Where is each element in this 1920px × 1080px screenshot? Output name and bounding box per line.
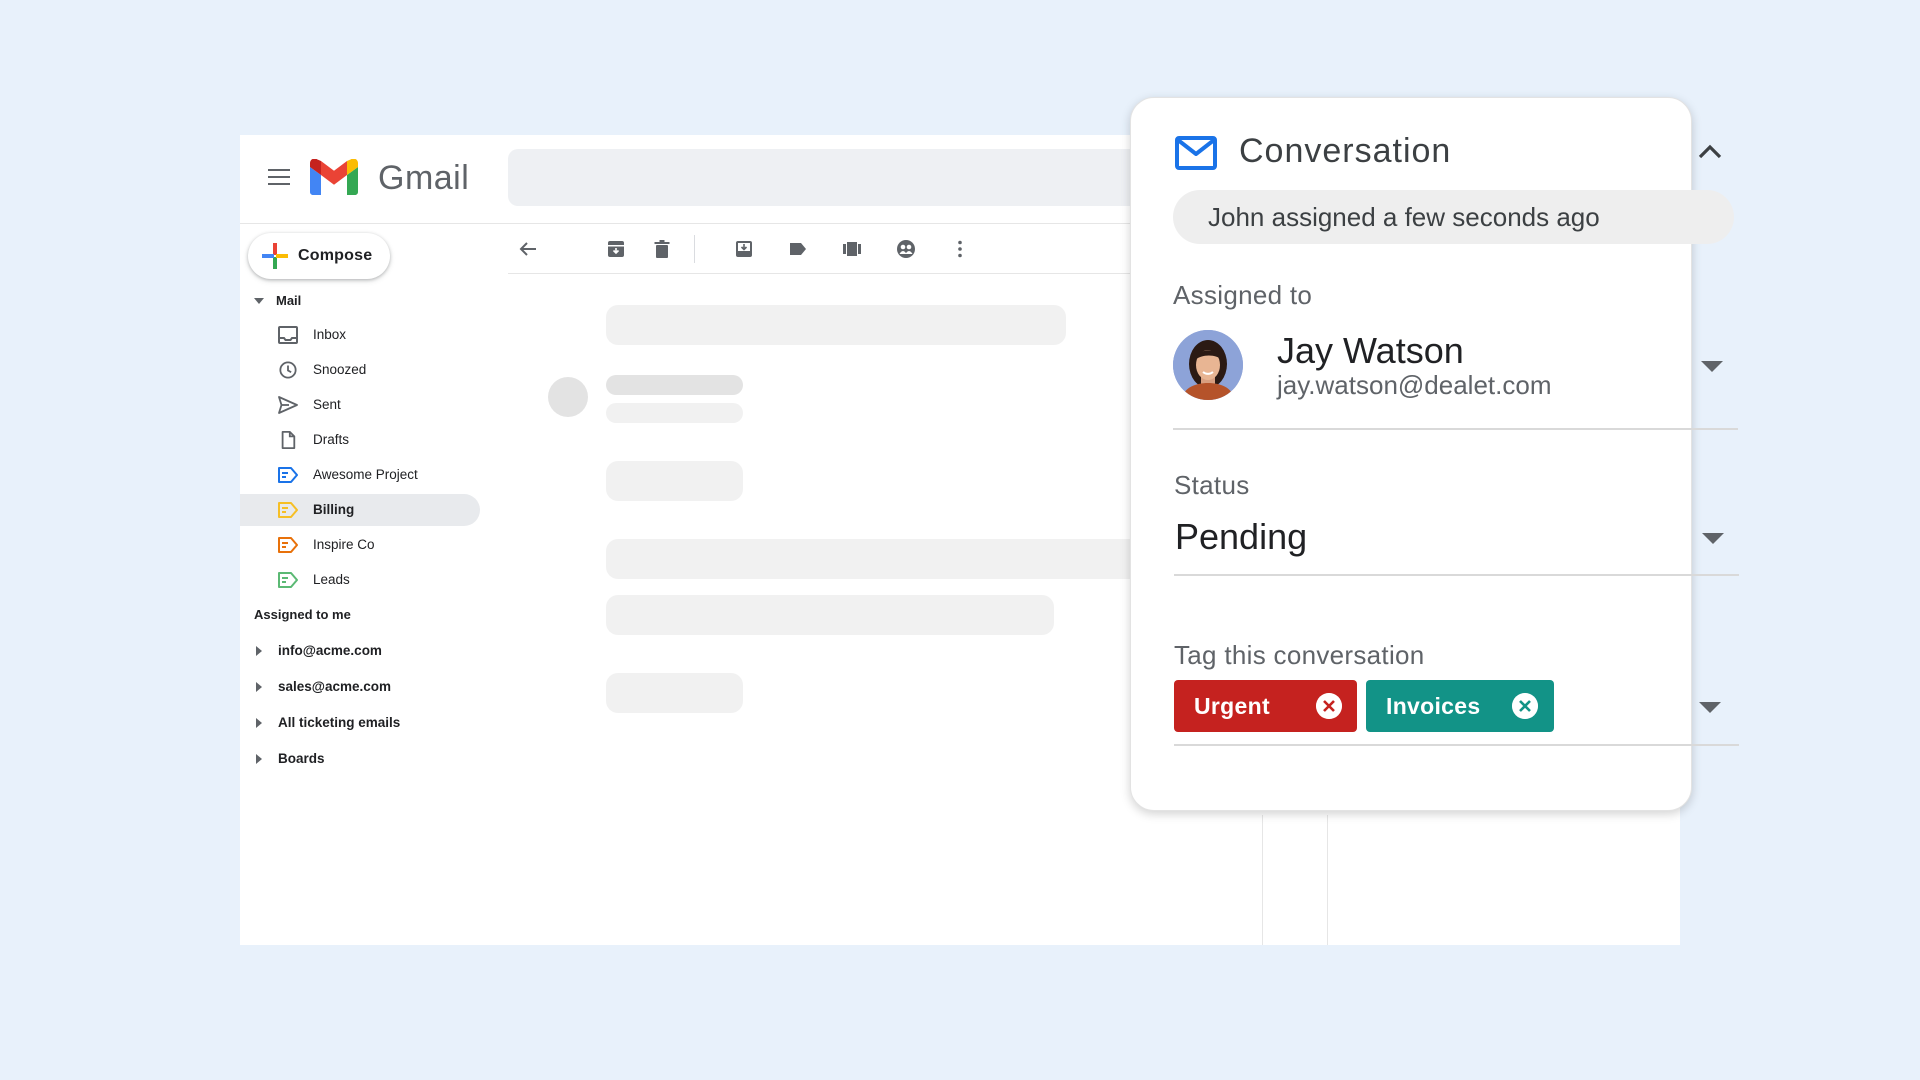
main-menu-icon[interactable]: [268, 169, 290, 187]
conversation-panel: Conversation John assigned a few seconds…: [1130, 97, 1739, 811]
sidebar-item-sales-acme[interactable]: sales@acme.com: [254, 679, 391, 694]
chevron-right-icon: [256, 753, 262, 764]
sidebar-item-inbox[interactable]: Inbox: [240, 319, 480, 351]
status-underline: [1174, 574, 1739, 576]
skeleton-line: [606, 673, 743, 713]
assignee-name: Jay Watson: [1277, 330, 1464, 371]
sidebar-item-label: Leads: [313, 572, 350, 587]
label-icon: [278, 537, 298, 553]
chevron-right-icon: [256, 645, 262, 656]
sidebar-item-boards[interactable]: Boards: [254, 751, 325, 766]
sidebar-item-label: Sent: [313, 397, 341, 412]
sidebar-item-label: Inspire Co: [313, 537, 375, 552]
sidebar-item-label: Billing: [313, 502, 355, 517]
sidebar-item-sent[interactable]: Sent: [240, 389, 480, 421]
divider: [1327, 815, 1328, 945]
chevron-right-icon: [256, 681, 262, 692]
skeleton-subject: [606, 305, 1066, 345]
sidebar-item-snoozed[interactable]: Snoozed: [240, 354, 480, 386]
toolbar-divider: [694, 235, 695, 263]
panel-title: Conversation: [1239, 132, 1452, 170]
sidebar-item-billing[interactable]: Billing: [240, 494, 480, 526]
skeleton-line: [606, 539, 1206, 579]
assignee-email: jay.watson@dealet.com: [1277, 370, 1552, 400]
assign-icon[interactable]: [896, 239, 916, 259]
delete-icon[interactable]: [652, 239, 672, 259]
status-select[interactable]: Pending: [1175, 516, 1307, 558]
assignee-underline: [1173, 428, 1738, 430]
status-dropdown-icon[interactable]: [1702, 533, 1724, 544]
gmail-wordmark: Gmail: [378, 159, 470, 197]
skeleton-line: [606, 595, 1054, 635]
sidebar-item-label: sales@acme.com: [278, 679, 391, 694]
person-photo-icon: [1173, 330, 1243, 400]
chevron-down-icon: [254, 297, 264, 304]
tag-conversation-label: Tag this conversation: [1174, 640, 1425, 670]
gmail-logo-icon: [310, 159, 358, 195]
avatar: [1173, 330, 1243, 400]
sidebar-item-awesome-project[interactable]: Awesome Project: [240, 459, 480, 491]
tag-underline: [1174, 744, 1739, 746]
label-tag-icon[interactable]: [788, 239, 808, 259]
tag-label: Invoices: [1386, 692, 1481, 719]
sidebar-item-info-acme[interactable]: info@acme.com: [254, 643, 382, 658]
chevron-up-icon[interactable]: [1697, 142, 1723, 160]
sidebar-item-label: Inbox: [313, 327, 347, 342]
message-toolbar: [508, 223, 1208, 274]
draft-icon: [281, 431, 296, 449]
compose-button[interactable]: Compose: [248, 233, 390, 279]
skeleton-avatar: [548, 377, 588, 417]
sidebar-item-drafts[interactable]: Drafts: [240, 424, 480, 456]
chevron-right-icon: [256, 717, 262, 728]
sidebar-item-label: info@acme.com: [278, 643, 382, 658]
status-label: Status: [1174, 470, 1250, 500]
mail-section-label: Mail: [276, 293, 302, 308]
remove-tag-icon[interactable]: [1512, 693, 1538, 719]
divider: [1262, 815, 1263, 945]
mail-icon: [1175, 136, 1217, 170]
compose-plus-icon: [262, 243, 288, 269]
assigned-section-heading: Assigned to me: [254, 607, 351, 622]
back-arrow-icon[interactable]: [518, 239, 538, 259]
sidebar-item-label: Awesome Project: [313, 467, 418, 482]
compose-label: Compose: [298, 247, 373, 264]
sidebar-item-label: Drafts: [313, 432, 350, 447]
clock-icon: [279, 361, 297, 379]
tag-invoices: Invoices: [1366, 680, 1554, 732]
sidebar: Compose Mail Inbox Snoozed Sent Drafts A…: [240, 223, 485, 945]
skeleton-meta: [606, 403, 743, 423]
mail-section-toggle[interactable]: Mail: [254, 293, 301, 308]
assigned-to-label: Assigned to: [1173, 280, 1313, 310]
assignee-dropdown-icon[interactable]: [1701, 361, 1723, 372]
tag-label: Urgent: [1194, 692, 1270, 719]
tag-urgent: Urgent: [1174, 680, 1357, 732]
activity-status: John assigned a few seconds ago: [1173, 190, 1734, 244]
skeleton-line: [606, 461, 743, 501]
label-icon: [278, 467, 298, 483]
skeleton-sender: [606, 375, 743, 395]
board-icon[interactable]: [842, 239, 862, 259]
archive-icon[interactable]: [606, 239, 626, 259]
sidebar-item-label: Boards: [278, 751, 325, 766]
move-to-inbox-icon[interactable]: [734, 239, 754, 259]
sidebar-item-ticketing-emails[interactable]: All ticketing emails: [254, 715, 400, 730]
inbox-icon: [278, 326, 298, 344]
send-icon: [278, 396, 298, 414]
sidebar-item-label: All ticketing emails: [278, 715, 401, 730]
sidebar-item-leads[interactable]: Leads: [240, 564, 480, 596]
sidebar-item-label: Snoozed: [313, 362, 367, 377]
more-vert-icon[interactable]: [950, 239, 970, 259]
label-icon: [278, 572, 298, 588]
remove-tag-icon[interactable]: [1316, 693, 1342, 719]
label-icon: [278, 502, 298, 518]
tag-dropdown-icon[interactable]: [1699, 702, 1721, 713]
sidebar-item-inspire-co[interactable]: Inspire Co: [240, 529, 480, 561]
